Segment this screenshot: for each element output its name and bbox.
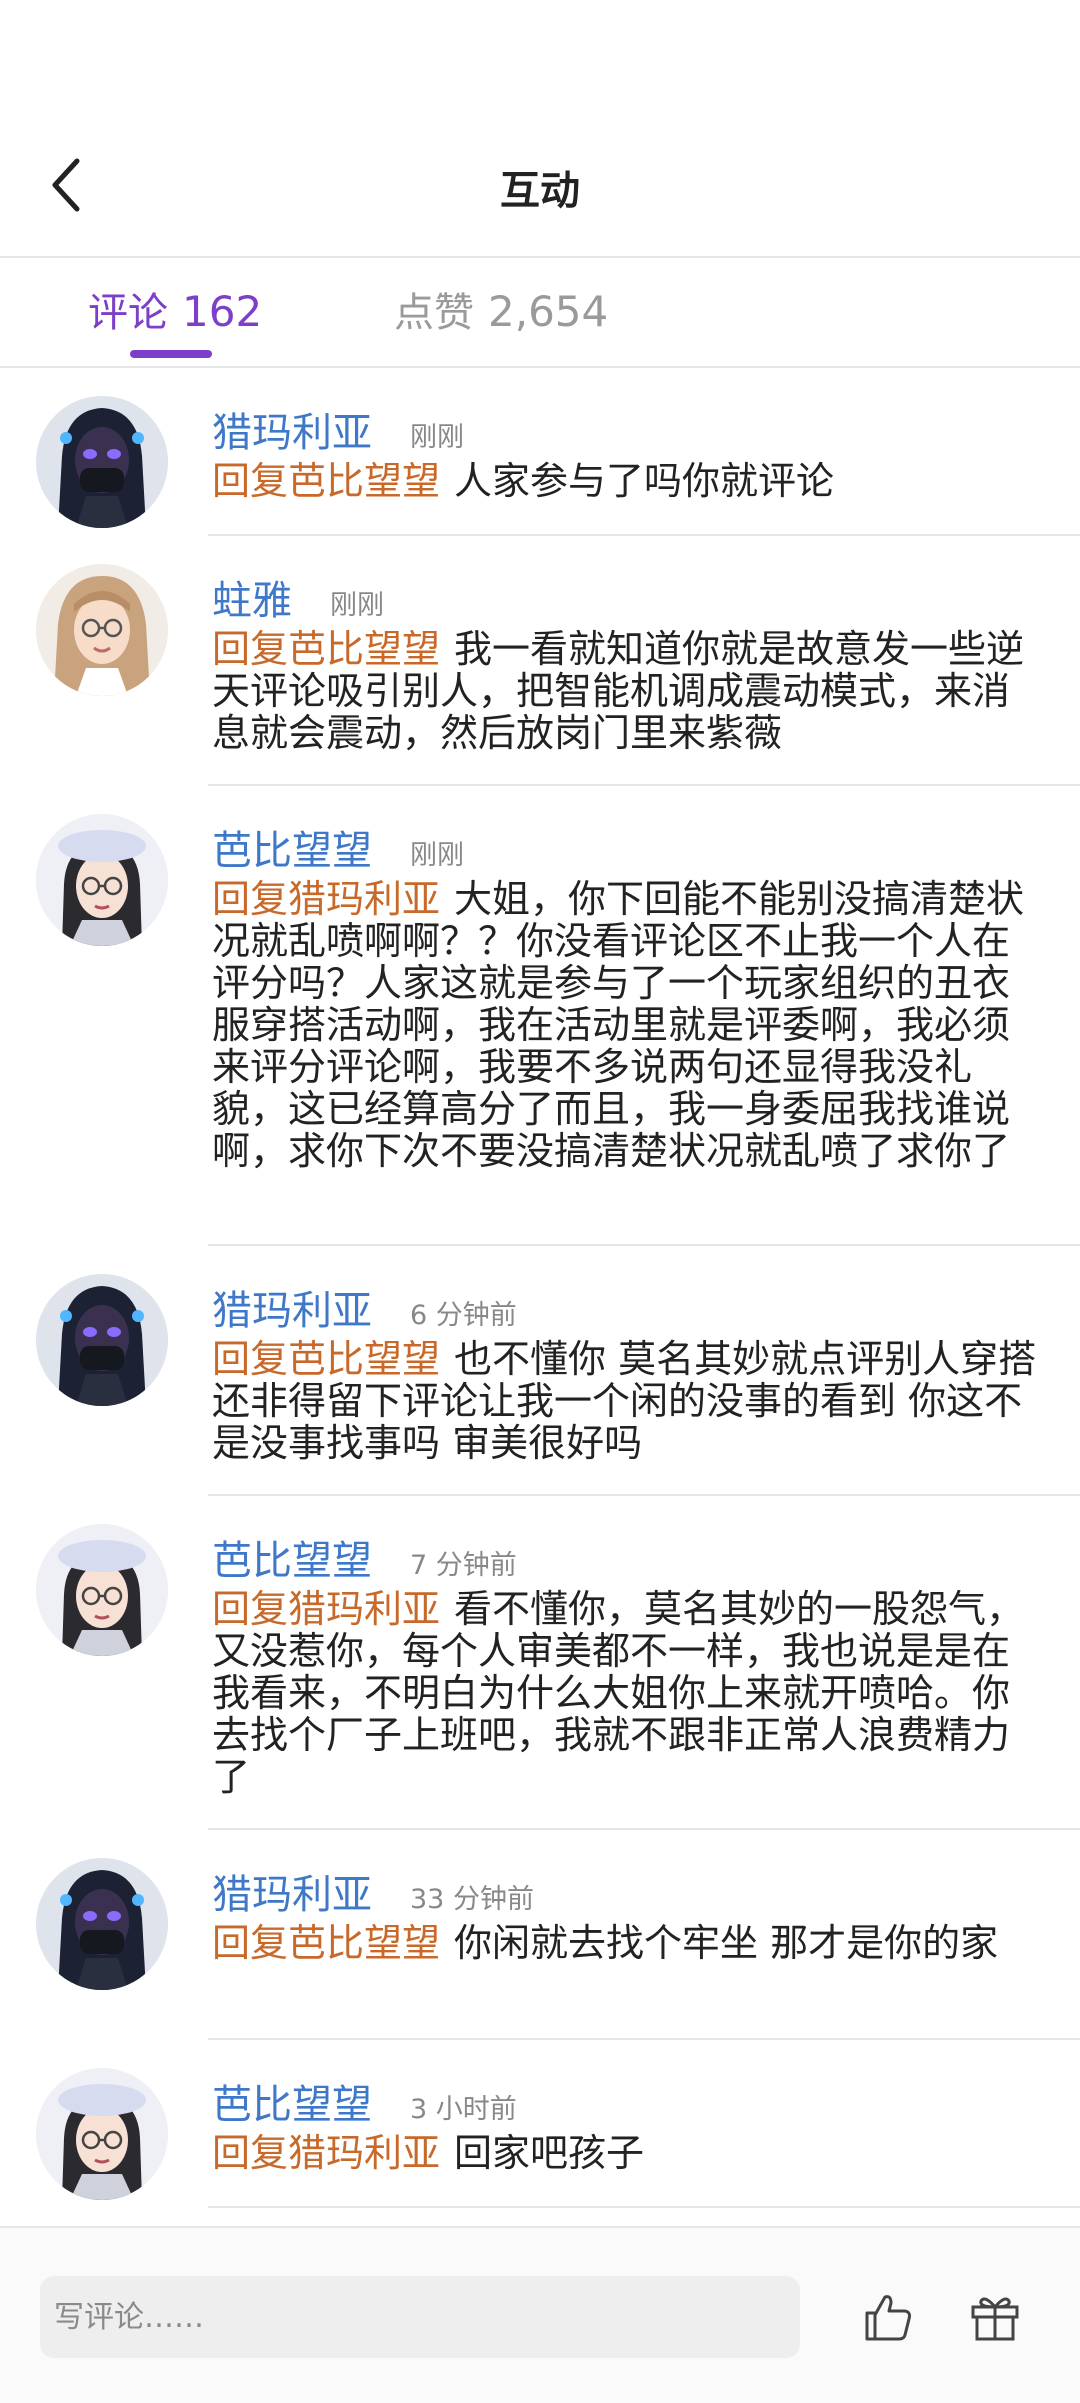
timestamp: 刚刚 <box>330 590 384 621</box>
divider <box>208 2038 1080 2040</box>
comment-body: 蛀雅 刚刚 回复芭比望望 我一看就知道你就是故意发一些逆天评论吸引别人，把智能机调… <box>212 568 1040 754</box>
timestamp: 3 小时前 <box>410 2094 517 2125</box>
comment-meta: 蛀雅 刚刚 <box>212 568 1040 624</box>
screen: 互动 评论 162 点赞 2,654 猎玛利亚 刚刚 回复芭比望望 人家参与了吗… <box>0 0 1080 2403</box>
username[interactable]: 芭比望望 <box>212 2072 372 2130</box>
active-tab-indicator <box>130 350 212 358</box>
comment-body: 芭比望望 7 分钟前 回复猎玛利亚 看不懂你，莫名其妙的一股怨气，又没惹你，每个人… <box>212 1528 1040 1798</box>
avatar[interactable] <box>36 1524 168 1656</box>
timestamp: 刚刚 <box>410 422 464 453</box>
comment-meta: 猎玛利亚 6 分钟前 <box>212 1278 1040 1334</box>
comment-body: 猎玛利亚 6 分钟前 回复芭比望望 也不懂你 莫名其妙就点评别人穿搭 还非得留下评… <box>212 1278 1040 1464</box>
reply-tag[interactable]: 回复芭比望望 <box>212 1921 440 1965</box>
dark-masked-avatar-icon <box>36 1274 168 1406</box>
bottom-bar <box>0 2226 1080 2403</box>
comment-item: 芭比望望 刚刚 回复猎玛利亚 大姐，你下回能不能别没搞清楚状况就乱喷啊啊？？你没看… <box>0 788 1080 1248</box>
blonde-glasses-avatar-icon <box>36 564 168 696</box>
timestamp: 7 分钟前 <box>410 1550 517 1581</box>
comment-text[interactable]: 回复芭比望望 也不懂你 莫名其妙就点评别人穿搭 还非得留下评论让我一个闲的没事的看… <box>212 1338 1040 1464</box>
username[interactable]: 蛀雅 <box>212 568 292 626</box>
comment-body: 猎玛利亚 33 分钟前 回复芭比望望 你闲就去找个牢坐 那才是你的家 <box>212 1862 1040 1964</box>
page-title: 互动 <box>500 168 580 214</box>
comment-text[interactable]: 回复猎玛利亚 回家吧孩子 <box>212 2132 1040 2174</box>
beret-glasses-avatar-icon <box>36 2068 168 2200</box>
username[interactable]: 芭比望望 <box>212 1528 372 1586</box>
thumbs-up-icon <box>865 2295 911 2341</box>
comment-item: 芭比望望 3 小时前 回复猎玛利亚 回家吧孩子 <box>0 2042 1080 2210</box>
divider <box>208 2206 1080 2208</box>
avatar[interactable] <box>36 1274 168 1406</box>
comment-content: 你闲就去找个牢坐 那才是你的家 <box>454 1921 999 1965</box>
comment-meta: 芭比望望 3 小时前 <box>212 2072 1040 2128</box>
username[interactable]: 猎玛利亚 <box>212 400 372 458</box>
header: 互动 <box>0 0 1080 258</box>
username[interactable]: 猎玛利亚 <box>212 1278 372 1336</box>
comment-meta: 芭比望望 刚刚 <box>212 818 1040 874</box>
username[interactable]: 猎玛利亚 <box>212 1862 372 1920</box>
beret-glasses-avatar-icon <box>36 1524 168 1656</box>
timestamp: 6 分钟前 <box>410 1300 517 1331</box>
gift-icon <box>971 2297 1019 2341</box>
reply-tag[interactable]: 回复芭比望望 <box>212 627 440 671</box>
timestamp: 33 分钟前 <box>410 1884 534 1915</box>
comment-item: 芭比望望 7 分钟前 回复猎玛利亚 看不懂你，莫名其妙的一股怨气，又没惹你，每个人… <box>0 1498 1080 1832</box>
comment-content: 大姐，你下回能不能别没搞清楚状况就乱喷啊啊？？你没看评论区不止我一个人在评分吗？… <box>212 877 1025 1173</box>
comment-item: 猎玛利亚 6 分钟前 回复芭比望望 也不懂你 莫名其妙就点评别人穿搭 还非得留下评… <box>0 1248 1080 1498</box>
tab-comments-label: 评论 <box>88 290 168 336</box>
dark-masked-avatar-icon <box>36 1858 168 1990</box>
reply-tag[interactable]: 回复猎玛利亚 <box>212 2131 440 2175</box>
dark-masked-avatar-icon <box>36 396 168 528</box>
comment-meta: 芭比望望 7 分钟前 <box>212 1528 1040 1584</box>
comment-item: 蛀雅 刚刚 回复芭比望望 我一看就知道你就是故意发一些逆天评论吸引别人，把智能机调… <box>0 538 1080 788</box>
comment-input[interactable] <box>40 2276 800 2358</box>
divider <box>208 1828 1080 1830</box>
comment-meta: 猎玛利亚 33 分钟前 <box>212 1862 1040 1918</box>
tab-comments-count: 162 <box>182 287 263 336</box>
comment-text[interactable]: 回复芭比望望 你闲就去找个牢坐 那才是你的家 <box>212 1922 1040 1964</box>
divider <box>208 1494 1080 1496</box>
tab-likes[interactable]: 点赞 2,654 <box>394 280 608 350</box>
tab-likes-count: 2,654 <box>488 287 609 336</box>
comment-text[interactable]: 回复芭比望望 人家参与了吗你就评论 <box>212 460 1040 502</box>
comment-body: 猎玛利亚 刚刚 回复芭比望望 人家参与了吗你就评论 <box>212 400 1040 502</box>
comment-content: 回家吧孩子 <box>454 2131 645 2175</box>
comment-text[interactable]: 回复猎玛利亚 大姐，你下回能不能别没搞清楚状况就乱喷啊啊？？你没看评论区不止我一个… <box>212 878 1040 1172</box>
gift-button[interactable] <box>950 2272 1040 2362</box>
reply-tag[interactable]: 回复芭比望望 <box>212 459 440 503</box>
timestamp: 刚刚 <box>410 840 464 871</box>
divider <box>208 1244 1080 1246</box>
reply-tag[interactable]: 回复猎玛利亚 <box>212 1587 440 1631</box>
comment-body: 芭比望望 3 小时前 回复猎玛利亚 回家吧孩子 <box>212 2072 1040 2174</box>
tab-bar: 评论 162 点赞 2,654 <box>0 258 1080 368</box>
username[interactable]: 芭比望望 <box>212 818 372 876</box>
divider <box>208 534 1080 536</box>
comment-body: 芭比望望 刚刚 回复猎玛利亚 大姐，你下回能不能别没搞清楚状况就乱喷啊啊？？你没看… <box>212 818 1040 1172</box>
beret-glasses-avatar-icon <box>36 814 168 946</box>
tab-likes-label: 点赞 <box>394 290 474 336</box>
comment-text[interactable]: 回复芭比望望 我一看就知道你就是故意发一些逆天评论吸引别人，把智能机调成震动模式，… <box>212 628 1040 754</box>
avatar[interactable] <box>36 396 168 528</box>
comment-list: 猎玛利亚 刚刚 回复芭比望望 人家参与了吗你就评论 蛀雅 刚刚 回复芭比望望 我… <box>0 370 1080 2210</box>
avatar[interactable] <box>36 564 168 696</box>
avatar[interactable] <box>36 814 168 946</box>
avatar[interactable] <box>36 1858 168 1990</box>
comment-content: 人家参与了吗你就评论 <box>454 459 835 503</box>
comment-item: 猎玛利亚 33 分钟前 回复芭比望望 你闲就去找个牢坐 那才是你的家 <box>0 1832 1080 2042</box>
reply-tag[interactable]: 回复芭比望望 <box>212 1337 440 1381</box>
reply-tag[interactable]: 回复猎玛利亚 <box>212 877 440 921</box>
like-button[interactable] <box>842 2272 932 2362</box>
avatar[interactable] <box>36 2068 168 2200</box>
comment-item: 猎玛利亚 刚刚 回复芭比望望 人家参与了吗你就评论 <box>0 370 1080 538</box>
divider <box>208 784 1080 786</box>
comment-text[interactable]: 回复猎玛利亚 看不懂你，莫名其妙的一股怨气，又没惹你，每个人审美都不一样，我也说是… <box>212 1588 1040 1798</box>
comment-meta: 猎玛利亚 刚刚 <box>212 400 1040 456</box>
tab-comments[interactable]: 评论 162 <box>88 280 262 350</box>
